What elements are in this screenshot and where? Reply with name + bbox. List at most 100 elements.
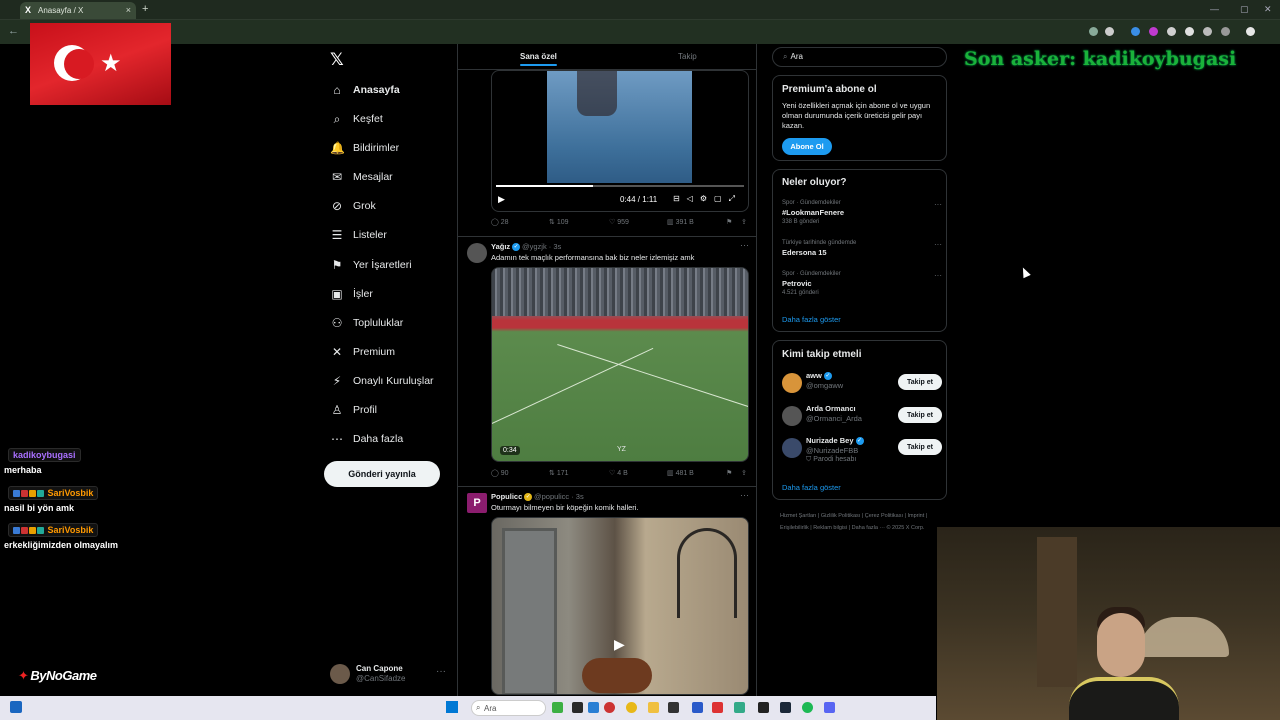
trend-item[interactable]: Türkiye tarihinde gündemde Edersona 15 ·…: [782, 240, 942, 257]
app-icon[interactable]: [758, 702, 769, 713]
discord-icon[interactable]: [824, 702, 835, 713]
nav-item-grok[interactable]: ⊘ Grok: [330, 195, 376, 217]
show-more-link[interactable]: Daha fazla göster: [782, 315, 841, 324]
post-button[interactable]: Gönderi yayınla: [324, 461, 440, 487]
play-icon[interactable]: ▶: [498, 194, 505, 205]
spotify-icon[interactable]: [802, 702, 813, 713]
video-progress[interactable]: [496, 185, 744, 187]
app-icon[interactable]: [668, 702, 679, 713]
app-icon[interactable]: [734, 702, 745, 713]
tab-for-you[interactable]: Sana özel: [520, 52, 557, 66]
app-icon[interactable]: [552, 702, 563, 713]
nav-item-keşfet[interactable]: ⌕ Keşfet: [330, 108, 383, 130]
puzzle-icon[interactable]: [1203, 27, 1212, 36]
reply-button[interactable]: ◯ 28: [491, 218, 509, 226]
reply-button[interactable]: ◯ 90: [491, 469, 509, 477]
video-control-icons[interactable]: ⊟◁⚙▢⤢: [673, 194, 742, 204]
nav-item-onaylı-kuruluşlar[interactable]: ⚡ Onaylı Kuruluşlar: [330, 370, 434, 392]
nav-item-premium[interactable]: ✕ Premium: [330, 341, 395, 363]
share-icon[interactable]: ⇪: [741, 218, 747, 226]
chrome-icon[interactable]: [626, 702, 637, 713]
avatar[interactable]: [782, 373, 802, 393]
tweet-author[interactable]: Yağız ✓: [491, 242, 521, 252]
nav-item-yer-i-şaretleri[interactable]: ⚑ Yer İşaretleri: [330, 254, 412, 276]
nav-item-listeler[interactable]: ☰ Listeler: [330, 224, 387, 246]
nav-item-i-şler[interactable]: ▣ İşler: [330, 283, 373, 305]
more-icon[interactable]: ···: [740, 490, 749, 500]
extension-icon[interactable]: [1149, 27, 1158, 36]
cast-icon[interactable]: [1089, 27, 1098, 36]
views-button[interactable]: ▥ 481 B: [667, 469, 694, 477]
steam-icon[interactable]: [780, 702, 791, 713]
nav-item-bildirimler[interactable]: 🔔 Bildirimler: [330, 137, 399, 159]
tweet[interactable]: P Populicc ✓ @populicc · 3s ··· Oturmayı …: [458, 486, 756, 696]
follow-suggestion[interactable]: aww ✓ @omgaww Takip et: [782, 371, 942, 399]
close-window-icon[interactable]: ✕: [1264, 4, 1272, 15]
more-icon[interactable]: ···: [934, 271, 942, 280]
more-icon[interactable]: ···: [934, 200, 942, 209]
minimize-icon[interactable]: —: [1210, 4, 1219, 14]
trend-item[interactable]: Spor · Gündemdekiler #LookmanFenere 338 …: [782, 200, 942, 225]
follow-button[interactable]: Takip et: [898, 374, 942, 390]
bookmark-icon[interactable]: ⚑: [726, 218, 732, 226]
app-icon[interactable]: [692, 702, 703, 713]
tweet-author[interactable]: Populicc ✓: [491, 492, 533, 502]
play-icon[interactable]: ▶: [614, 636, 625, 653]
follow-suggestion[interactable]: Nurizade Bey ✓ @NurizadeFBB ⛉ Parodi hesa…: [782, 436, 942, 470]
more-icon[interactable]: ···: [934, 240, 942, 249]
back-icon[interactable]: ←: [8, 25, 19, 37]
views-button[interactable]: ▥ 391 B: [667, 218, 694, 226]
avatar[interactable]: [782, 438, 802, 458]
app-icon[interactable]: [712, 702, 723, 713]
tab-following[interactable]: Takip: [678, 52, 697, 61]
avatar[interactable]: P: [467, 493, 487, 513]
search-input[interactable]: ⌕ Ara: [772, 47, 947, 67]
account-switcher[interactable]: Can Capone @CanSifadze ···: [330, 662, 450, 690]
tweet[interactable]: Yağız ✓ @ygzjk · 3s ··· Adamın tek maçlık…: [458, 236, 756, 486]
follow-button[interactable]: Takip et: [898, 439, 942, 455]
follow-suggestion[interactable]: Arda Ormancı @Ormanci_Arda Takip et: [782, 404, 942, 432]
like-button[interactable]: ♡ 4 B: [609, 469, 628, 477]
repost-button[interactable]: ⇅ 171: [549, 469, 569, 477]
sidebar-icon[interactable]: [1221, 27, 1230, 36]
show-more-link[interactable]: Daha fazla göster: [782, 483, 841, 492]
new-tab-button[interactable]: +: [142, 3, 148, 15]
repost-button[interactable]: ⇅ 109: [549, 218, 569, 226]
maximize-icon[interactable]: ▢: [1240, 4, 1249, 15]
app-icon[interactable]: [604, 702, 615, 713]
footer-links[interactable]: Hizmet Şartları | Gizlilik Politikası | …: [780, 511, 950, 534]
nav-item-anasayfa[interactable]: ⌂ Anasayfa: [330, 79, 399, 101]
video-player[interactable]: 0:34 YZ: [491, 267, 749, 462]
taskbar-search[interactable]: ⌕ Ara: [471, 700, 546, 716]
like-button[interactable]: ♡ 959: [609, 218, 629, 226]
follow-button[interactable]: Takip et: [898, 407, 942, 423]
avatar[interactable]: [782, 406, 802, 426]
nav-item-mesajlar[interactable]: ✉ Mesajlar: [330, 166, 393, 188]
video-player[interactable]: ▶ 0:44 / 1:11 ⊟◁⚙▢⤢: [491, 70, 749, 212]
share-icon[interactable]: ⇪: [741, 469, 747, 477]
x-logo-icon[interactable]: 𝕏: [330, 50, 344, 70]
nav-item-topluluklar[interactable]: ⚇ Topluluklar: [330, 312, 404, 334]
start-icon[interactable]: [446, 701, 458, 713]
extension-icon[interactable]: [1167, 27, 1176, 36]
more-icon[interactable]: ···: [436, 666, 446, 677]
star-icon[interactable]: [1105, 27, 1114, 36]
widgets-icon[interactable]: [10, 701, 22, 713]
browser-tab[interactable]: X Anasayfa / X ×: [20, 2, 136, 19]
app-icon[interactable]: [588, 702, 599, 713]
extension-icon[interactable]: [1131, 27, 1140, 36]
bookmark-icon[interactable]: ⚑: [726, 469, 732, 477]
tab-close-icon[interactable]: ×: [126, 5, 131, 15]
subscribe-button[interactable]: Abone Ol: [782, 138, 832, 155]
trend-item[interactable]: Spor · Gündemdekiler Petrovic 4.521 gönd…: [782, 271, 942, 296]
nav-item-profil[interactable]: ♙ Profil: [330, 399, 377, 421]
tweet-text: Adamın tek maçlık performansına bak biz …: [491, 253, 695, 262]
folder-icon[interactable]: [648, 702, 659, 713]
extension-icon[interactable]: [1185, 27, 1194, 36]
profile-avatar[interactable]: [1246, 27, 1255, 36]
avatar[interactable]: [467, 243, 487, 263]
video-player[interactable]: ▶: [491, 517, 749, 695]
app-icon[interactable]: [572, 702, 583, 713]
nav-item-daha-fazla[interactable]: ⋯ Daha fazla: [330, 428, 403, 450]
more-icon[interactable]: ···: [740, 240, 749, 250]
